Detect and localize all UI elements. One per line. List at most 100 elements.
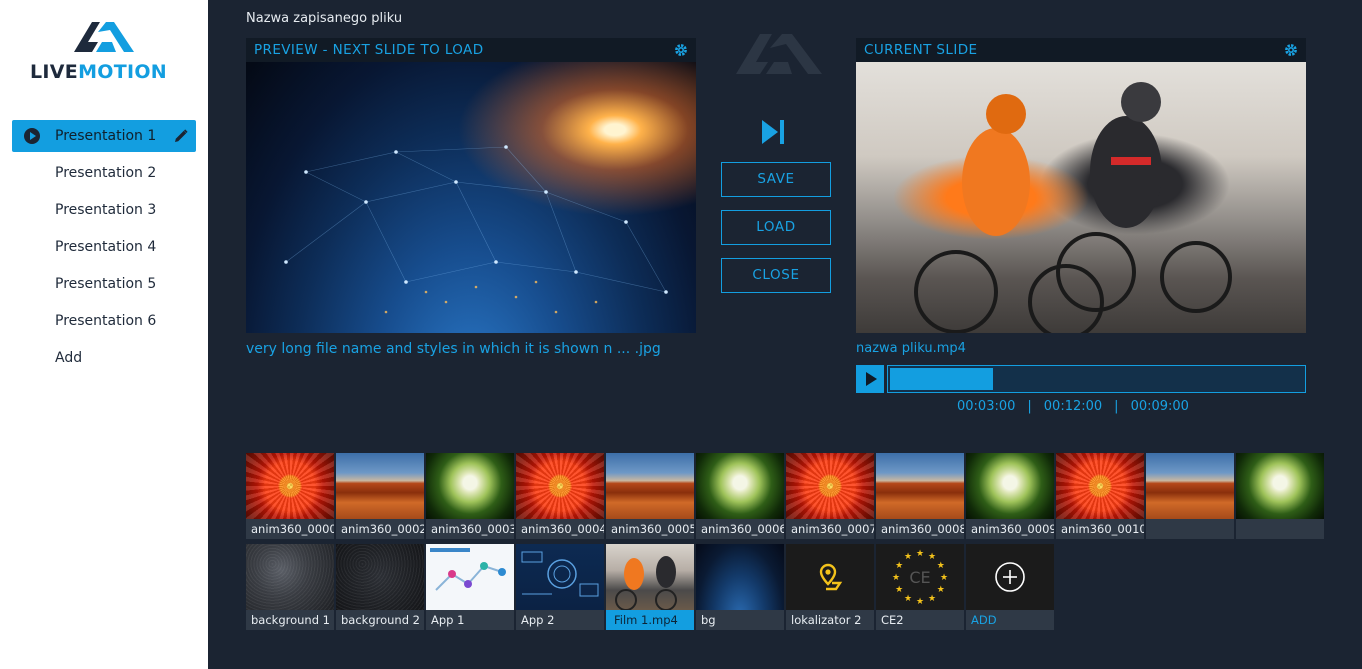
file-title: Nazwa zapisanego pliku [246,11,403,26]
media-thumbnail[interactable]: anim360_0006 [696,453,784,539]
time-separator: | [1114,399,1119,414]
svg-text:★: ★ [895,585,903,595]
svg-text:★: ★ [928,552,936,562]
thumbnail-label: App 2 [521,613,555,627]
progress-bar[interactable] [887,365,1306,393]
thumbnail-label: bg [701,613,716,627]
sidebar: LIVEMOTION Presentation 1 Presentation 2… [0,0,208,669]
thumbnail-label: anim360_0006 [701,522,784,536]
sidebar-item-presentation-2[interactable]: Presentation 2 [12,157,196,189]
sidebar-item-label: Presentation 6 [55,313,157,329]
media-thumbnail[interactable]: lokalizator 2 [786,544,874,630]
timecodes: 00:03:00 | 00:12:00 | 00:09:00 [957,399,1189,414]
logo-text-motion: MOTION [78,61,168,83]
thumbnail-label: anim360_0002 [341,522,424,536]
media-thumbnail[interactable] [1146,453,1234,539]
svg-text:★: ★ [937,561,945,571]
sidebar-item-label: Presentation 1 [55,128,157,144]
thumbnail-label: anim360_0007 [791,522,874,536]
media-thumbnail[interactable]: Film 1.mp4 [606,544,694,630]
thumbnail-image [786,453,874,519]
pencil-icon[interactable] [174,129,188,143]
thumbnail-row-2: background 1 background 2 App 1 App 2 Film 1… [246,544,1326,630]
thumbnail-image [516,544,604,610]
sidebar-item-add[interactable]: Add [12,342,196,374]
logo-text-live: LIVE [30,61,79,83]
thumbnail-image [696,453,784,519]
media-thumbnail[interactable]: ★ ★ ★ ★ ★ ★ ★ ★ ★ ★ ★ ★ CE CE2 [876,544,964,630]
preview-filename: very long file name and styles in which … [246,341,661,357]
thumbnail-label: anim360_0005 [611,522,694,536]
livemotion-logo: LIVEMOTION [28,18,182,84]
media-thumbnail[interactable] [1236,453,1324,539]
thumbnail-label: background 2 [341,613,420,627]
media-thumbnail[interactable]: bg [696,544,784,630]
media-thumbnail[interactable]: anim360_0004 [516,453,604,539]
media-thumbnail[interactable]: background 1 [246,544,334,630]
sidebar-item-presentation-5[interactable]: Presentation 5 [12,268,196,300]
media-thumbnail[interactable]: anim360_0008 [876,453,964,539]
media-thumbnail[interactable]: anim360_0009 [966,453,1054,539]
thumbnail-image [966,544,1054,610]
svg-text:CE: CE [909,568,930,587]
thumbnail-label: background 1 [251,613,330,627]
thumbnail-image [246,544,334,610]
sidebar-item-label: Presentation 2 [55,165,157,181]
thumbnail-image [606,544,694,610]
thumbnail-label: ADD [971,613,997,627]
sidebar-item-label: Presentation 3 [55,202,157,218]
media-thumbnail[interactable]: background 2 [336,544,424,630]
play-button[interactable] [856,365,884,393]
thumbnail-image [786,544,874,610]
current-slide-header: CURRENT SLIDE [856,38,1306,62]
media-thumbnail[interactable]: anim360_0007 [786,453,874,539]
preview-panel: PREVIEW - NEXT SLIDE TO LOAD [246,38,696,333]
media-thumbnail[interactable]: anim360_0002 [336,453,424,539]
progress-fill [890,368,993,390]
preview-image [246,62,696,333]
sidebar-item-presentation-3[interactable]: Presentation 3 [12,194,196,226]
current-slide-image [856,62,1306,340]
current-slide-title: CURRENT SLIDE [864,42,978,58]
add-media-tile[interactable]: ADD [966,544,1054,630]
thumbnail-image [426,453,514,519]
svg-text:★: ★ [928,594,936,604]
thumbnail-label: CE2 [881,613,904,627]
video-player [856,365,1306,393]
thumbnail-label: anim360_0009 [971,522,1054,536]
thumbnail-label: anim360_0010 [1061,522,1144,536]
media-thumbnail[interactable]: anim360_0000 [246,453,334,539]
close-button[interactable]: CLOSE [721,258,831,293]
load-button[interactable]: LOAD [721,210,831,245]
preview-panel-header: PREVIEW - NEXT SLIDE TO LOAD [246,38,696,62]
thumbnail-label [1146,519,1234,539]
sidebar-item-presentation-4[interactable]: Presentation 4 [12,231,196,263]
thumbnail-image: ★ ★ ★ ★ ★ ★ ★ ★ ★ ★ ★ ★ CE [876,544,964,610]
thumbnail-image [336,453,424,519]
media-thumbnail[interactable]: App 2 [516,544,604,630]
sidebar-item-label: Presentation 4 [55,239,157,255]
thumbnail-label [1236,519,1324,539]
sidebar-item-presentation-6[interactable]: Presentation 6 [12,305,196,337]
next-slide-icon[interactable] [762,120,788,144]
media-thumbnail[interactable]: anim360_0003 [426,453,514,539]
svg-text:★: ★ [916,549,924,559]
sidebar-item-presentation-1[interactable]: Presentation 1 [12,120,196,152]
thumbnail-image [1056,453,1144,519]
thumbnail-label: anim360_0004 [521,522,604,536]
current-slide-panel: CURRENT SLIDE [856,38,1306,340]
thumbnail-label: App 1 [431,613,465,627]
thumbnail-label: lokalizator 2 [791,613,862,627]
thumbnail-image [606,453,694,519]
current-gear-icon[interactable] [1284,43,1298,57]
media-thumbnail[interactable]: anim360_0005 [606,453,694,539]
media-thumbnail[interactable]: anim360_0010 [1056,453,1144,539]
thumbnail-image [516,453,604,519]
thumbnail-label: anim360_0000 [251,522,334,536]
plus-circle-icon [994,561,1026,593]
save-button[interactable]: SAVE [721,162,831,197]
thumbnail-image [876,453,964,519]
preview-gear-icon[interactable] [674,43,688,57]
presentation-list: Presentation 1 Presentation 2 Presentati… [12,120,196,379]
media-thumbnail[interactable]: App 1 [426,544,514,630]
